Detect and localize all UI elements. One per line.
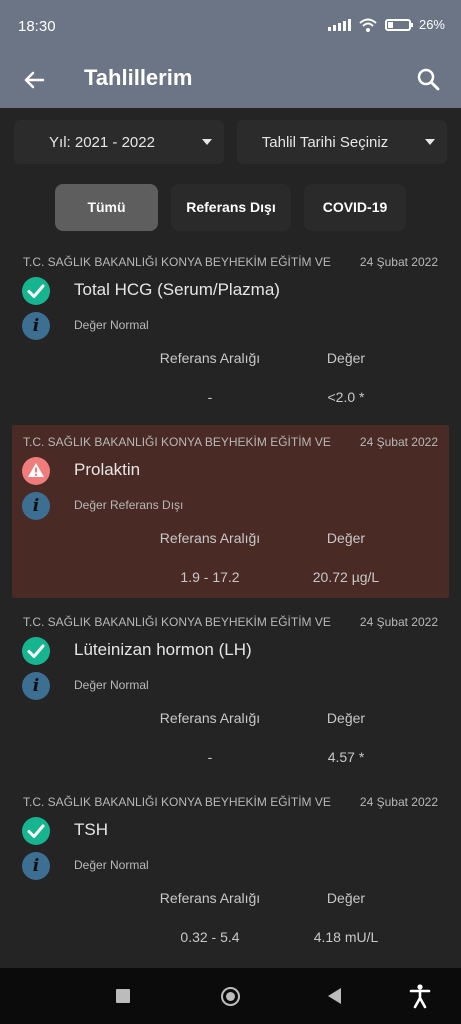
recents-icon[interactable] — [116, 989, 130, 1003]
year-dropdown-label: Yıl: 2021 - 2022 — [49, 134, 155, 151]
info-icon[interactable]: i — [22, 492, 50, 520]
range-value: 1.9 - 17.2 — [180, 569, 240, 585]
chevron-down-icon — [425, 139, 435, 145]
info-icon[interactable]: i — [22, 312, 50, 340]
result-card[interactable]: T.C. SAĞLIK BAKANLIĞI KONYA BEYHEKİM EĞİ… — [0, 605, 461, 777]
result-date: 24 Şubat 2022 — [359, 255, 438, 269]
test-name: Prolaktin — [74, 460, 141, 479]
range-value: - — [207, 389, 213, 405]
hospital-name: T.C. SAĞLIK BAKANLIĞI KONYA BEYHEKİM EĞİ… — [23, 435, 331, 449]
result-card[interactable]: T.C. SAĞLIK BAKANLIĞI KONYA BEYHEKİM EĞİ… — [0, 425, 461, 598]
accessibility-icon[interactable] — [406, 982, 434, 1010]
result-card[interactable]: T.C. SAĞLIK BAKANLIĞI KONYA BEYHEKİM EĞİ… — [0, 245, 461, 417]
check-icon — [22, 277, 50, 305]
chip-covid[interactable]: COVID-19 — [304, 184, 406, 231]
test-status: Değer Normal — [74, 858, 149, 872]
test-name: TSH — [74, 820, 108, 839]
battery-fill — [387, 21, 393, 28]
chevron-down-icon — [202, 139, 212, 145]
signal-icon — [327, 18, 351, 31]
hospital-name: T.C. SAĞLIK BAKANLIĞI KONYA BEYHEKİM EĞİ… — [23, 615, 331, 629]
battery-percent: 26% — [418, 17, 445, 32]
search-icon[interactable] — [411, 62, 447, 98]
test-status: Değer Referans Dışı — [74, 498, 184, 512]
app-bar: Tahlillerim — [0, 56, 461, 108]
value-header: Değer — [326, 890, 366, 906]
result-value: 4.57 * — [327, 749, 365, 765]
chip-all[interactable]: Tümü — [55, 184, 158, 231]
status-icons: 26% — [327, 17, 445, 32]
test-status: Değer Normal — [74, 318, 149, 332]
range-header: Referans Aralığı — [159, 710, 261, 726]
date-dropdown-label: Tahlil Tarihi Seçiniz — [261, 134, 389, 151]
test-name: Total HCG (Serum/Plazma) — [74, 280, 280, 299]
status-bar: 18:30 26% — [0, 0, 461, 56]
range-header: Referans Aralığı — [159, 530, 261, 546]
value-header: Değer — [326, 710, 366, 726]
system-nav-bar — [0, 968, 461, 1024]
range-value: - — [207, 749, 213, 765]
battery-icon — [384, 18, 413, 31]
result-value: 4.18 mU/L — [313, 929, 379, 945]
back-icon[interactable] — [328, 988, 341, 1004]
value-header: Değer — [326, 350, 366, 366]
hospital-name: T.C. SAĞLIK BAKANLIĞI KONYA BEYHEKİM EĞİ… — [23, 255, 331, 269]
status-time: 18:30 — [18, 18, 56, 35]
hospital-name: T.C. SAĞLIK BAKANLIĞI KONYA BEYHEKİM EĞİ… — [23, 795, 331, 809]
result-date: 24 Şubat 2022 — [359, 615, 438, 629]
test-name: Lüteinizan hormon (LH) — [74, 640, 252, 659]
check-icon — [22, 817, 50, 845]
info-icon[interactable]: i — [22, 852, 50, 880]
date-dropdown[interactable]: Tahlil Tarihi Seçiniz — [237, 120, 447, 164]
result-date: 24 Şubat 2022 — [359, 435, 438, 449]
info-icon[interactable]: i — [22, 672, 50, 700]
range-header: Referans Aralığı — [159, 350, 261, 366]
result-card[interactable]: T.C. SAĞLIK BAKANLIĞI KONYA BEYHEKİM EĞİ… — [0, 785, 461, 957]
wifi-icon — [359, 18, 377, 32]
year-dropdown[interactable]: Yıl: 2021 - 2022 — [14, 120, 224, 164]
page-title: Tahlillerim — [84, 65, 193, 90]
chip-out-of-range[interactable]: Referans Dışı — [171, 184, 291, 231]
result-value: 20.72 µg/L — [312, 569, 380, 585]
value-header: Değer — [326, 530, 366, 546]
result-value: <2.0 * — [327, 389, 365, 405]
warning-icon — [22, 457, 50, 485]
range-value: 0.32 - 5.4 — [180, 929, 240, 945]
result-date: 24 Şubat 2022 — [359, 795, 438, 809]
home-icon[interactable] — [221, 987, 240, 1006]
check-icon — [22, 637, 50, 665]
range-header: Referans Aralığı — [159, 890, 261, 906]
back-arrow-icon[interactable] — [18, 64, 50, 96]
test-status: Değer Normal — [74, 678, 149, 692]
